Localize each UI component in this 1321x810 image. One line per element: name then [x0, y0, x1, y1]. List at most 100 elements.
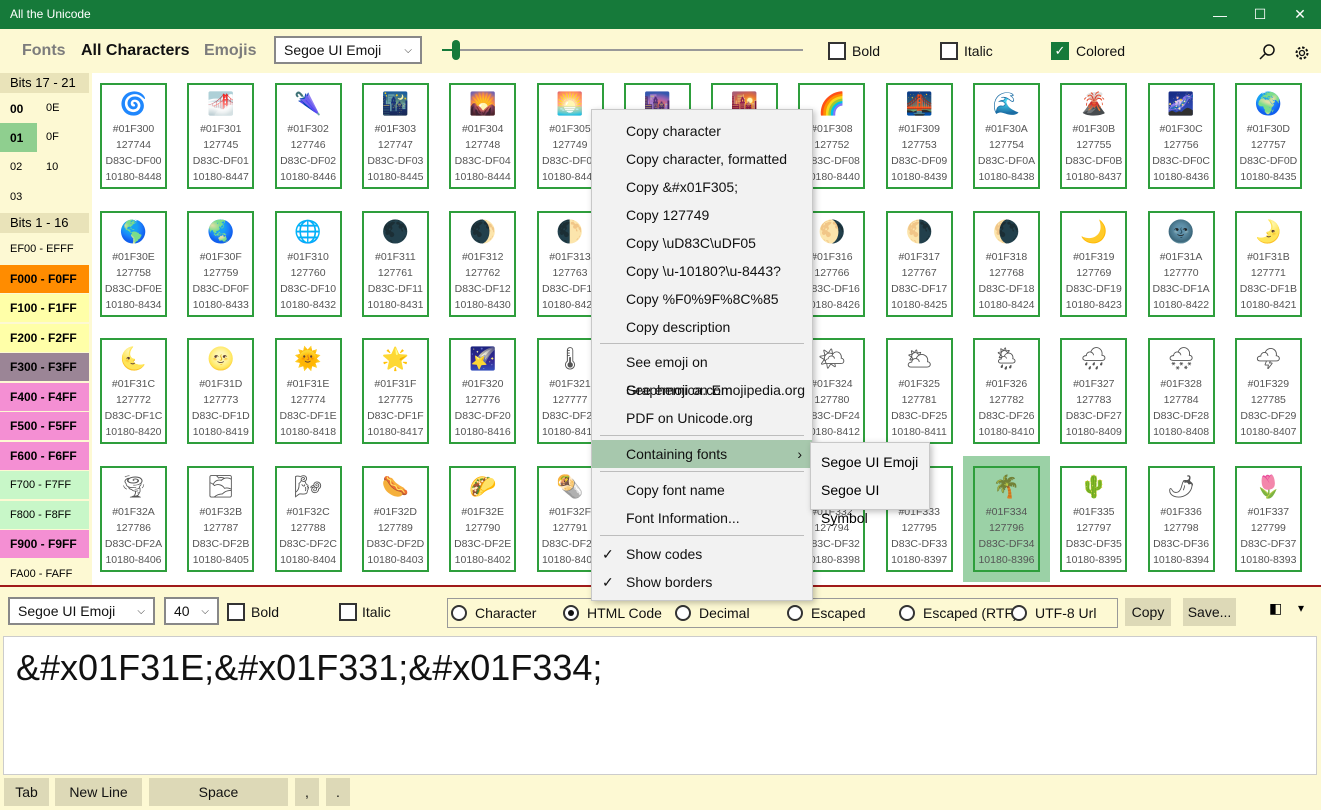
range-item[interactable]: F700 - F7FF	[0, 471, 89, 499]
character-card[interactable]: 🌍 #01F30D 127757 D83C-DF0D 10180-8435	[1234, 83, 1302, 189]
output-italic-checkbox[interactable]	[339, 603, 357, 621]
submenu-font-segoe-ui-symbol[interactable]: Segoe UI Symbol	[811, 476, 929, 526]
menu-item-copy-character[interactable]: Copy character	[592, 117, 812, 145]
character-card[interactable]: 🌀 #01F300 127744 D83C-DF00 10180-8448	[100, 83, 167, 189]
character-card[interactable]: 🌧 #01F327 127783 D83C-DF27 10180-8409	[1060, 338, 1128, 444]
tab-key-button[interactable]: Tab	[4, 778, 49, 806]
character-card[interactable]: 🌝 #01F31D 127773 D83C-DF1D 10180-8419	[187, 338, 255, 444]
character-card[interactable]: 🌚 #01F31A 127770 D83C-DF1A 10180-8422	[1147, 210, 1215, 317]
menu-item-see-emojipedia[interactable]: See emoji on Emojipedia.org	[592, 376, 812, 404]
character-card[interactable]: 🌠 #01F320 127776 D83C-DF20 10180-8416	[449, 338, 517, 444]
bits-high-item[interactable]: 01 0F	[0, 123, 89, 152]
format-radio-utf8-url[interactable]	[1011, 605, 1027, 621]
comma-key-button[interactable]: ,	[295, 778, 319, 806]
range-item[interactable]: F200 - F2FF	[0, 323, 89, 352]
tab-all-characters[interactable]: All Characters	[81, 42, 190, 60]
layout-icon[interactable]: ◧	[1269, 600, 1282, 617]
character-card[interactable]: 🌐 #01F310 127760 D83C-DF10 10180-8432	[274, 210, 342, 317]
character-card[interactable]: 🌟 #01F31F 127775 D83C-DF1F 10180-8417	[361, 338, 429, 444]
menu-item-copy-url[interactable]: Copy %F0%9F%8C%85	[592, 285, 812, 313]
character-card[interactable]: 🌁 #01F301 127745 D83C-DF01 10180-8447	[187, 83, 255, 189]
menu-item-copy-escaped[interactable]: Copy \uD83C\uDF05	[592, 229, 812, 257]
italic-checkbox[interactable]	[940, 42, 958, 60]
space-key-button[interactable]: Space	[149, 778, 288, 806]
period-key-button[interactable]: .	[326, 778, 350, 806]
chevron-down-icon[interactable]: ▾	[1298, 601, 1304, 615]
menu-item-show-codes[interactable]: ✓ Show codes	[592, 540, 812, 568]
format-radio-escaped-rtf[interactable]	[899, 605, 915, 621]
character-card[interactable]: 🌵 #01F335 127797 D83C-DF35 10180-8395	[1060, 465, 1128, 572]
tab-emojis[interactable]: Emojis	[204, 42, 256, 60]
character-card[interactable]: 🌬 #01F32C 127788 D83C-DF2C 10180-8404	[274, 465, 342, 572]
gear-icon[interactable]	[1293, 44, 1311, 62]
range-item[interactable]: EF00 - EFFF	[0, 235, 89, 263]
character-card[interactable]: 🌮 #01F32E 127790 D83C-DF2E 10180-8402	[449, 465, 517, 572]
range-item[interactable]: F500 - F5FF	[0, 412, 89, 440]
character-card[interactable]: 🌜 #01F31C 127772 D83C-DF1C 10180-8420	[100, 338, 167, 444]
font-select[interactable]: Segoe UI Emoji ⌵	[274, 36, 422, 64]
menu-item-copy-description[interactable]: Copy description	[592, 313, 812, 341]
format-radio-escaped[interactable]	[787, 605, 803, 621]
output-textarea[interactable]: &#x01F31E;&#x01F331;&#x01F334;	[3, 636, 1317, 775]
format-radio-html-code[interactable]	[563, 605, 579, 621]
tab-fonts[interactable]: Fonts	[22, 42, 66, 60]
character-card[interactable]: 🌙 #01F319 127769 D83C-DF19 10180-8423	[1060, 210, 1128, 317]
character-card[interactable]: 🌂 #01F302 127746 D83C-DF02 10180-8446	[274, 83, 342, 189]
bits-high-item[interactable]: 03	[0, 181, 89, 210]
output-font-select[interactable]: Segoe UI Emoji ⌵	[8, 597, 155, 625]
menu-item-copy-decimal[interactable]: Copy 127749	[592, 201, 812, 229]
range-item[interactable]: F900 - F9FF	[0, 530, 89, 558]
character-card[interactable]: 🌏 #01F30F 127759 D83C-DF0F 10180-8433	[187, 210, 255, 317]
character-card[interactable]: 🌶 #01F336 127798 D83C-DF36 10180-8394	[1147, 465, 1215, 572]
menu-item-font-information[interactable]: Font Information...	[592, 504, 812, 532]
close-button[interactable]: ✕	[1277, 0, 1321, 29]
character-card[interactable]: 🌎 #01F30E 127758 D83C-DF0E 10180-8434	[100, 210, 167, 317]
character-card[interactable]: 🌉 #01F309 127753 D83C-DF09 10180-8439	[885, 83, 953, 189]
range-item[interactable]: F800 - F8FF	[0, 500, 89, 529]
output-size-select[interactable]: 40 ⌵	[164, 597, 219, 625]
range-item[interactable]: FA00 - FAFF	[0, 559, 89, 588]
character-card[interactable]: 🌃 #01F303 127747 D83C-DF03 10180-8445	[361, 83, 429, 189]
menu-item-copy-html-code[interactable]: Copy &#x01F305;	[592, 173, 812, 201]
colored-checkbox[interactable]: ✓	[1051, 42, 1069, 60]
menu-item-copy-character-formatted[interactable]: Copy character, formatted	[592, 145, 812, 173]
search-icon[interactable]	[1258, 43, 1276, 61]
submenu-font-segoe-ui-emoji[interactable]: Segoe UI Emoji	[811, 448, 929, 476]
character-card[interactable]: 🌊 #01F30A 127754 D83C-DF0A 10180-8438	[973, 83, 1040, 189]
bold-checkbox[interactable]	[828, 42, 846, 60]
character-card[interactable]: 🌷 #01F337 127799 D83C-DF37 10180-8393	[1234, 465, 1302, 572]
character-card[interactable]: 🌪 #01F32A 127786 D83C-DF2A 10180-8406	[100, 465, 167, 572]
character-card[interactable]: 🌋 #01F30B 127755 D83C-DF0B 10180-8437	[1060, 83, 1128, 189]
size-slider-track[interactable]	[442, 49, 803, 51]
copy-button[interactable]: Copy	[1125, 598, 1171, 626]
menu-item-pdf-unicode[interactable]: PDF on Unicode.org	[592, 404, 812, 432]
character-card[interactable]: 🌗 #01F317 127767 D83C-DF17 10180-8425	[885, 210, 953, 317]
menu-item-show-borders[interactable]: ✓ Show borders	[592, 568, 812, 596]
character-card[interactable]: 🌘 #01F318 127768 D83C-DF18 10180-8424	[973, 210, 1040, 317]
character-card[interactable]: 🌑 #01F311 127761 D83C-DF11 10180-8431	[361, 210, 429, 317]
range-item[interactable]: F000 - F0FF	[0, 264, 89, 293]
character-card[interactable]: 🌨 #01F328 127784 D83C-DF28 10180-8408	[1147, 338, 1215, 444]
menu-item-copy-rtf[interactable]: Copy \u-10180?\u-8443?	[592, 257, 812, 285]
character-card[interactable]: 🌄 #01F304 127748 D83C-DF04 10180-8444	[449, 83, 517, 189]
bits-high-item[interactable]: 02 10	[0, 152, 89, 181]
format-radio-character[interactable]	[451, 605, 467, 621]
character-card[interactable]: 🌞 #01F31E 127774 D83C-DF1E 10180-8418	[274, 338, 342, 444]
character-card[interactable]: 🌌 #01F30C 127756 D83C-DF0C 10180-8436	[1147, 83, 1215, 189]
character-card[interactable]: 🌩 #01F329 127785 D83C-DF29 10180-8407	[1234, 338, 1302, 444]
menu-item-copy-font-name[interactable]: Copy font name	[592, 476, 812, 504]
character-card[interactable]: 🌒 #01F312 127762 D83C-DF12 10180-8430	[449, 210, 517, 317]
character-card[interactable]: 🌛 #01F31B 127771 D83C-DF1B 10180-8421	[1234, 210, 1302, 317]
character-card[interactable]: 🌥 #01F325 127781 D83C-DF25 10180-8411	[885, 338, 953, 444]
size-slider-thumb[interactable]	[452, 40, 460, 60]
output-bold-checkbox[interactable]	[227, 603, 245, 621]
menu-item-see-graphemica[interactable]: See emoji on Graphemica.com	[592, 348, 812, 398]
new-line-key-button[interactable]: New Line	[55, 778, 142, 806]
range-item[interactable]: F300 - F3FF	[0, 353, 89, 381]
range-item[interactable]: F400 - F4FF	[0, 382, 89, 411]
format-radio-decimal[interactable]	[675, 605, 691, 621]
character-card[interactable]: 🌦 #01F326 127782 D83C-DF26 10180-8410	[973, 338, 1040, 444]
character-card[interactable]: 🌫 #01F32B 127787 D83C-DF2B 10180-8405	[187, 465, 255, 572]
bits-high-item[interactable]: 00 0E	[0, 94, 89, 123]
menu-item-containing-fonts[interactable]: Containing fonts ›	[592, 440, 812, 468]
